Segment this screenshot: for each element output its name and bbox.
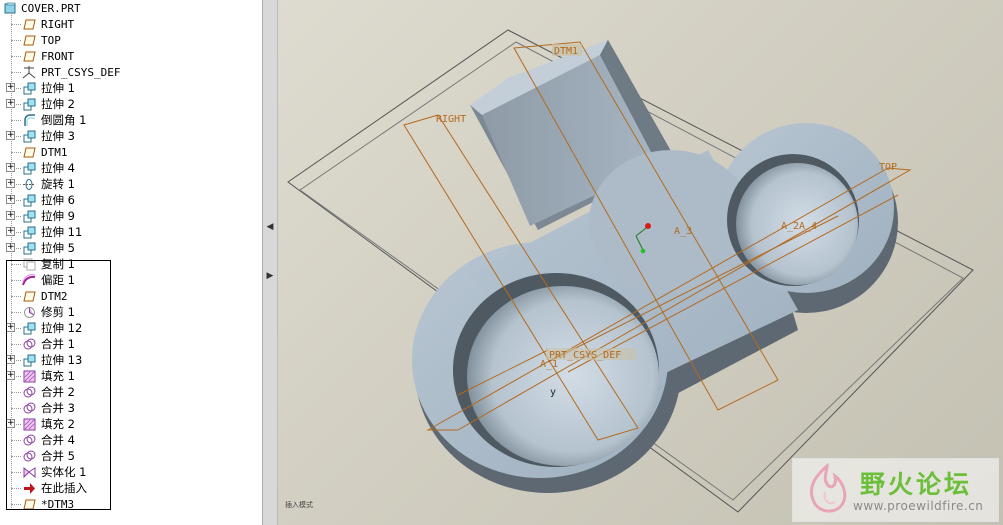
tree-item-label: TOP: [41, 33, 61, 47]
tree-item[interactable]: + 旋转 1: [0, 176, 262, 192]
tree-item-label: 拉伸 11: [41, 225, 83, 239]
collapse-left-icon[interactable]: ◀: [266, 220, 274, 234]
selection-box: [6, 260, 111, 510]
datum-plane-icon: [22, 49, 36, 63]
tree-item[interactable]: + 拉伸 2: [0, 96, 262, 112]
datum-plane-icon: [22, 33, 36, 47]
part-icon: [3, 1, 17, 15]
tree-item-label: RIGHT: [41, 17, 75, 31]
status-text: 插入模式: [285, 501, 313, 509]
tree-item[interactable]: + 拉伸 5: [0, 240, 262, 256]
revolve-icon: [22, 177, 36, 191]
tree-item[interactable]: PRT_CSYS_DEF: [0, 64, 262, 80]
tree-root[interactable]: COVER.PRT: [0, 0, 262, 16]
tree-item-label: 拉伸 2: [41, 97, 75, 111]
label-csys: PRT_CSYS_DEF: [549, 350, 621, 361]
tree-item[interactable]: DTM1: [0, 144, 262, 160]
label-a2a4: A_2A_4: [781, 221, 817, 232]
tree-item-label: 拉伸 4: [41, 161, 75, 175]
panel-splitter[interactable]: ◀ ▶: [262, 0, 278, 525]
watermark-title: 野火论坛: [860, 470, 973, 499]
label-y: y: [550, 387, 556, 398]
tree-item[interactable]: + 拉伸 11: [0, 224, 262, 240]
tree-item[interactable]: RIGHT: [0, 16, 262, 32]
tree-item[interactable]: + 拉伸 6: [0, 192, 262, 208]
model-render: DTM1 RIGHT TOP A_3 A_2A_4 PRT_CSYS_DEF A…: [287, 29, 974, 513]
graphics-viewport[interactable]: DTM1 RIGHT TOP A_3 A_2A_4 PRT_CSYS_DEF A…: [278, 0, 1003, 525]
tree-item[interactable]: + 拉伸 1: [0, 80, 262, 96]
extrude-icon: [22, 193, 36, 207]
tree-item-label: FRONT: [41, 49, 75, 63]
watermark: 野火论坛 www.proewildfire.cn: [792, 458, 999, 522]
tree-item[interactable]: 倒圆角 1: [0, 112, 262, 128]
tree-item-label: 倒圆角 1: [41, 113, 87, 127]
tree-item-label: PRT_CSYS_DEF: [41, 65, 121, 79]
extrude-icon: [22, 209, 36, 223]
tree-item[interactable]: TOP: [0, 32, 262, 48]
tree-item[interactable]: + 拉伸 4: [0, 160, 262, 176]
extrude-icon: [22, 129, 36, 143]
tree-item-label: 拉伸 5: [41, 241, 75, 255]
label-top: TOP: [879, 162, 897, 173]
extrude-icon: [22, 241, 36, 255]
label-a3: A_3: [674, 226, 692, 237]
expand-right-icon[interactable]: ▶: [266, 269, 274, 283]
datum-plane-icon: [22, 17, 36, 31]
tree-item-label: DTM1: [41, 145, 68, 159]
tree-item[interactable]: + 拉伸 3: [0, 128, 262, 144]
tree-item[interactable]: + 拉伸 9: [0, 208, 262, 224]
tree-item-label: 拉伸 9: [41, 209, 75, 223]
tree-item[interactable]: FRONT: [0, 48, 262, 64]
tree-item-label: 拉伸 6: [41, 193, 75, 207]
tree-item-label: 旋转 1: [41, 177, 75, 191]
model-tree[interactable]: COVER.PRT RIGHT TOP FRONT PRT_CSYS_DEF + 拉伸 1…: [0, 0, 262, 525]
extrude-icon: [22, 81, 36, 95]
extrude-icon: [22, 225, 36, 239]
watermark-url: www.proewildfire.cn: [853, 499, 984, 513]
label-dtm1: DTM1: [554, 46, 578, 57]
flame-logo-icon: [810, 462, 847, 513]
extrude-icon: [22, 161, 36, 175]
tree-item-label: 拉伸 3: [41, 129, 75, 143]
label-a1: A_1: [540, 359, 558, 370]
tree-item-label: 拉伸 1: [41, 81, 75, 95]
round-icon: [22, 113, 36, 127]
extrude-icon: [22, 97, 36, 111]
label-right: RIGHT: [436, 114, 466, 125]
csys-icon: [22, 65, 36, 79]
tree-root-label: COVER.PRT: [21, 1, 81, 15]
datum-plane-icon: [22, 145, 36, 159]
